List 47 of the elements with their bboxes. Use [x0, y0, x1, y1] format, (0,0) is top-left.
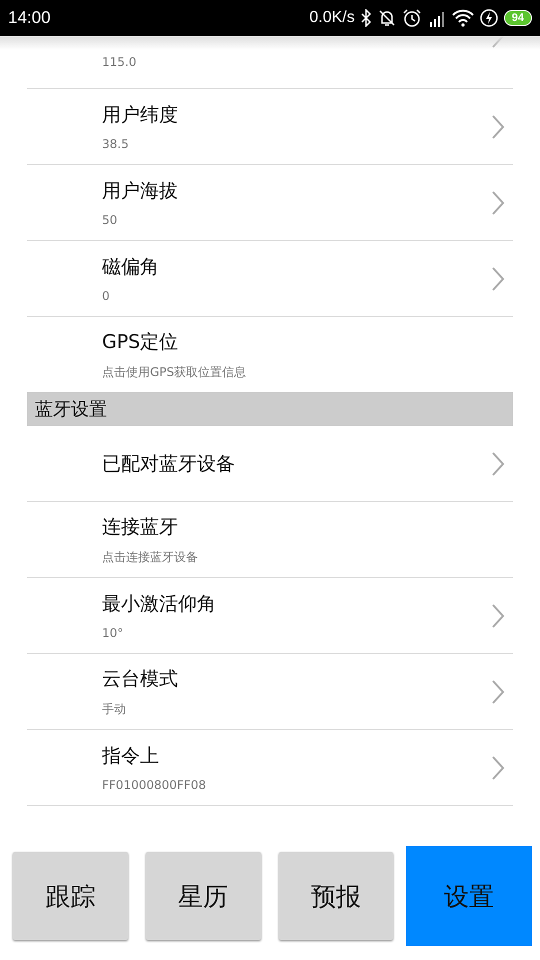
row-title: 最小激活仰角: [102, 592, 216, 617]
network-speed: 0.0K/s: [309, 9, 355, 27]
row-title: 连接蓝牙: [102, 514, 178, 540]
settings-row[interactable]: 已配对蓝牙设备: [27, 426, 513, 502]
row-title: 已配对蓝牙设备: [102, 452, 235, 476]
row-title: 云台模式: [102, 666, 178, 692]
row-subtitle: 0: [102, 289, 110, 303]
section-header: 蓝牙设置: [27, 392, 513, 426]
settings-row[interactable]: 最小激活仰角 10°: [27, 578, 513, 654]
bell-muted-icon: [376, 8, 397, 28]
battery-indicator: 94: [504, 10, 532, 26]
bluetooth-icon: [360, 9, 372, 27]
settings-row[interactable]: 连接蓝牙 点击连接蓝牙设备: [27, 502, 513, 578]
wifi-icon: [452, 9, 474, 27]
alarm-icon: [402, 8, 422, 28]
row-subtitle: 点击使用GPS获取位置信息: [102, 364, 246, 380]
chevron-icon: [491, 190, 505, 216]
tab-button[interactable]: 星历: [146, 852, 260, 940]
chevron-icon: [491, 266, 505, 292]
row-subtitle: 38.5: [102, 137, 129, 151]
tab-button[interactable]: 跟踪: [13, 852, 128, 940]
row-title: 磁偏角: [102, 255, 159, 280]
row-subtitle: 点击连接蓝牙设备: [102, 548, 198, 566]
settings-row[interactable]: 磁偏角 0: [27, 241, 513, 317]
row-subtitle: 10°: [102, 626, 124, 640]
charging-icon: [478, 8, 499, 28]
chevron-icon: [491, 602, 505, 628]
chevron-icon: [491, 450, 505, 476]
settings-row[interactable]: 用户海拔 50: [27, 165, 513, 241]
row-title: 指令上: [102, 744, 159, 769]
row-title: 用户海拔: [102, 179, 178, 204]
settings-row[interactable]: 云台模式 手动: [27, 654, 513, 730]
settings-row[interactable]: 指令上 FF01000800FF08: [27, 730, 513, 806]
chevron-icon: [491, 678, 505, 704]
tab-button[interactable]: 设置: [406, 846, 532, 946]
row-subtitle: 手动: [102, 700, 126, 718]
row-title: 用户纬度: [102, 103, 178, 128]
settings-row[interactable]: 115.0: [27, 36, 513, 89]
chevron-icon: [491, 754, 505, 780]
tab-button[interactable]: 预报: [278, 852, 394, 940]
row-subtitle: 115.0: [102, 54, 136, 68]
chevron-icon: [491, 114, 505, 140]
clock: 14:00: [8, 8, 51, 28]
row-subtitle: 50: [102, 213, 118, 227]
row-subtitle: FF01000800FF08: [102, 778, 206, 792]
row-title: GPS定位: [102, 330, 178, 354]
settings-row[interactable]: 用户纬度 38.5: [27, 89, 513, 165]
